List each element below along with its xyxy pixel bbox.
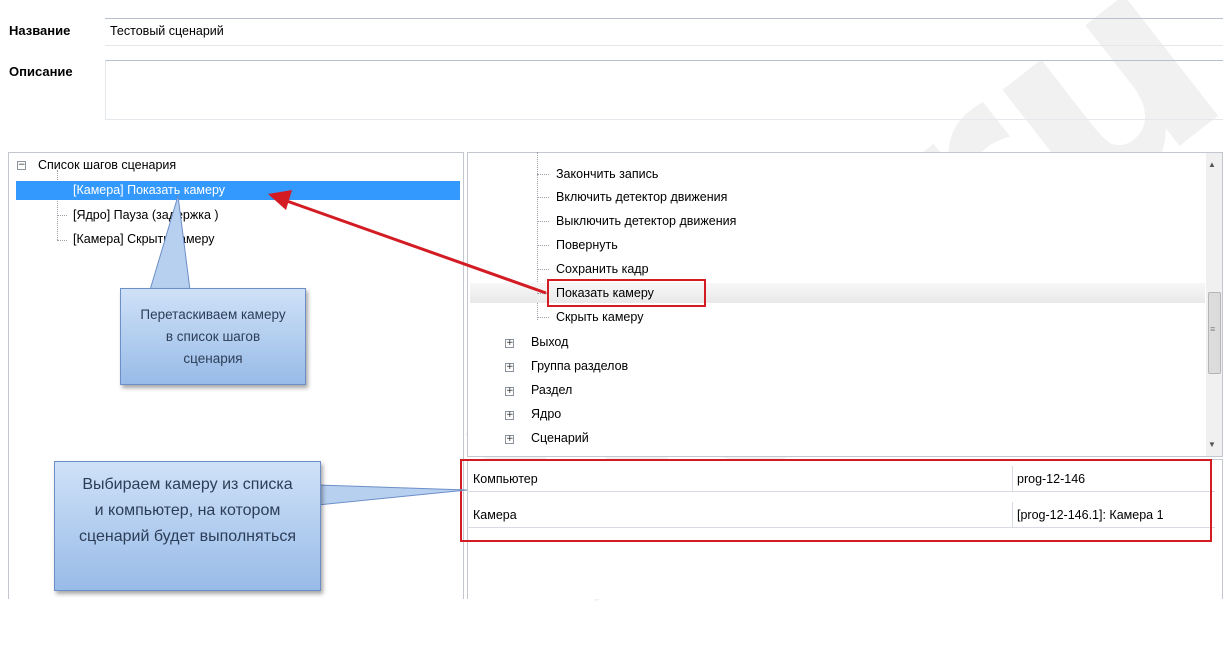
select-callout-text: Выбираем камеру из списка и компьютер, н…: [79, 476, 296, 545]
select-callout: Выбираем камеру из списка и компьютер, н…: [54, 461, 321, 591]
